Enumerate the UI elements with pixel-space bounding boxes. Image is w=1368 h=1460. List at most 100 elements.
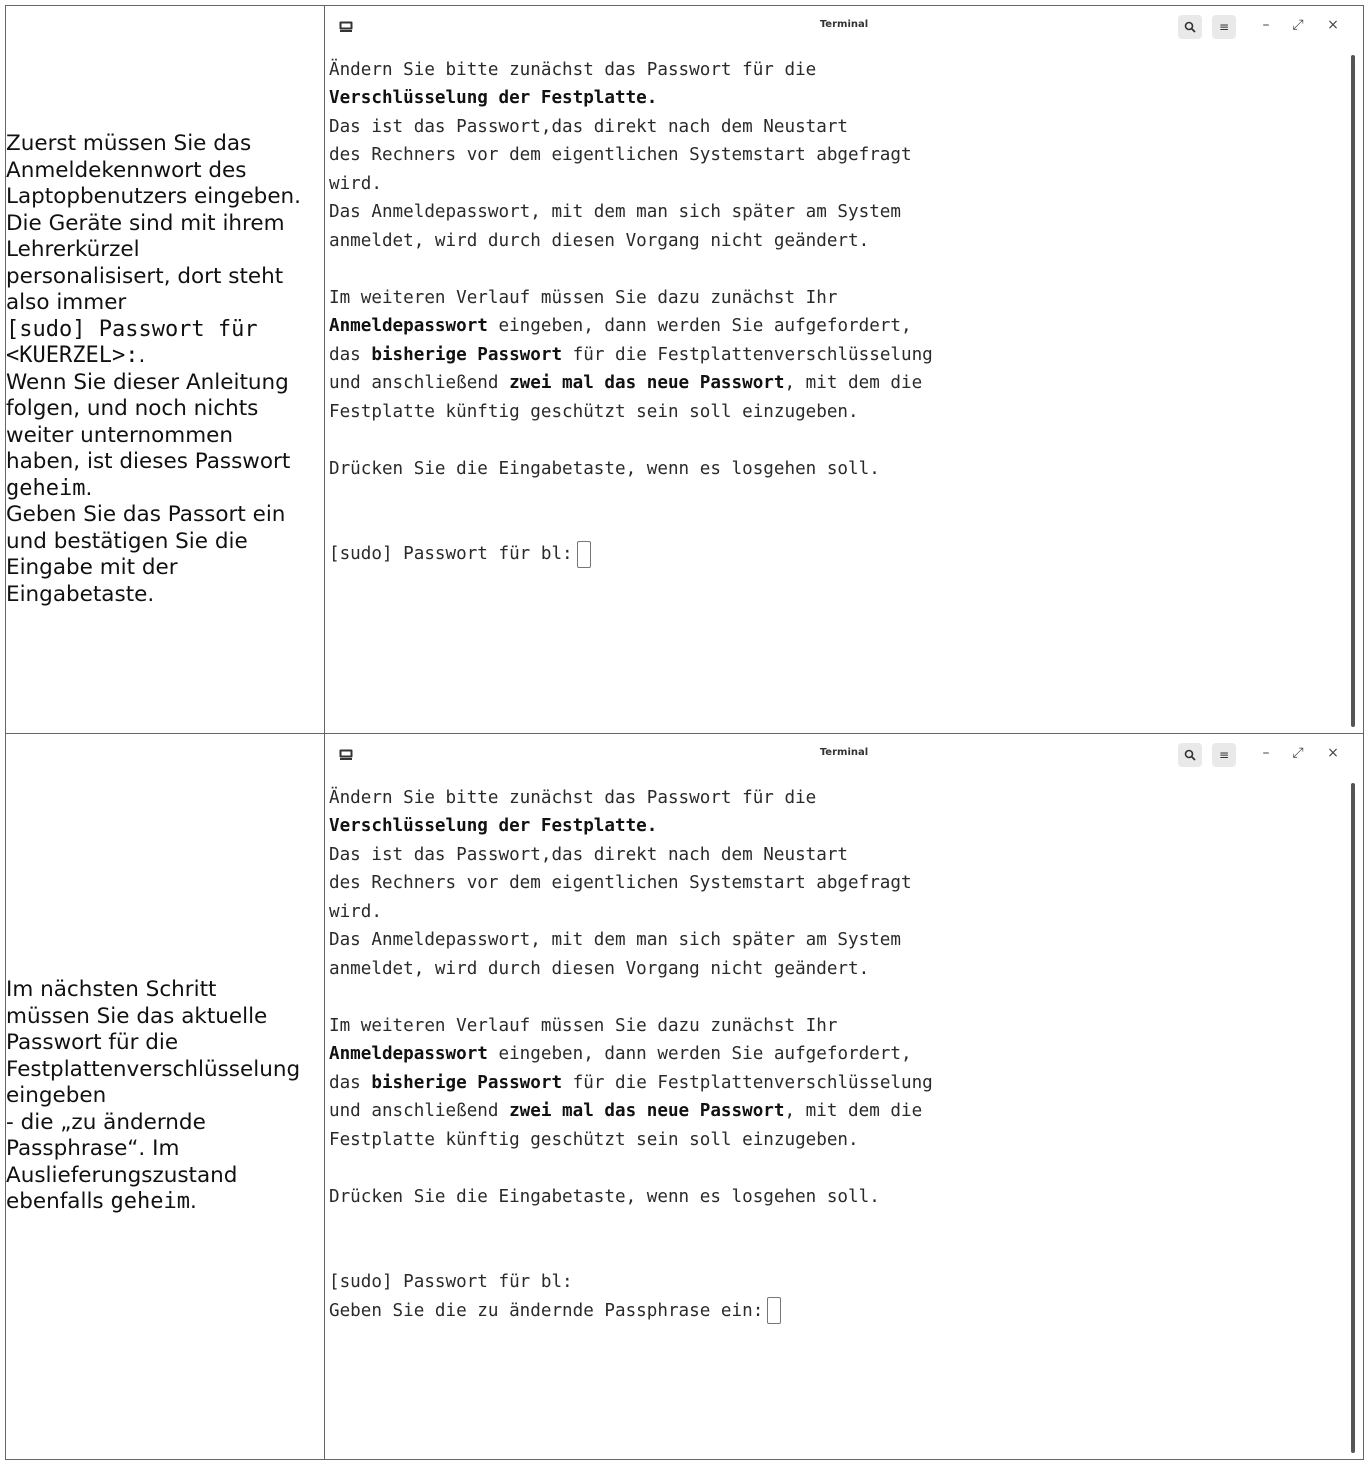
terminal-line: Drücken Sie die Eingabetaste, wenn es lo… — [329, 1186, 880, 1207]
instruction-line: Festplattenverschlüsselung — [6, 1056, 301, 1082]
terminal-line-bold: Verschlüsselung der Festplatte — [329, 88, 647, 108]
code-snippet: <KUERZEL>: — [6, 343, 139, 368]
instruction-line: - die „zu ändernde — [6, 1109, 206, 1135]
instruction-line: personalisisert, dort steht — [6, 263, 284, 289]
instruction-line: Laptopbenutzers eingeben. — [6, 184, 302, 209]
terminal-line: Im weiteren Verlauf müssen Sie dazu zunä… — [329, 1015, 838, 1036]
maximize-icon[interactable]: ⤢ — [1290, 745, 1306, 761]
table-row: Im nächsten Schritt müssen Sie das aktue… — [5, 733, 1364, 1460]
terminal-window: Terminal ≡ – ⤢ × Ändern Sie bitte zunäch… — [325, 6, 1363, 733]
instruction-line: ebenfalls — [6, 1189, 111, 1215]
search-icon — [1184, 749, 1196, 761]
terminal-title: Terminal — [819, 18, 869, 30]
terminal-line: Das Anmeldepasswort, mit dem man sich sp… — [329, 930, 901, 950]
terminal-line: Ändern Sie bitte zunächst das Passwort f… — [329, 59, 817, 80]
instruction-line: Auslieferungszustand — [6, 1162, 238, 1188]
terminal-line: , mit dem die — [784, 1101, 923, 1121]
terminal-output: Ändern Sie bitte zunächst das Passwort f… — [329, 784, 1343, 1326]
screenshot-cell: Terminal ≡ – ⤢ × Ändern Sie bitte zunäch… — [324, 5, 1364, 734]
terminal-line: Drücken Sie die Eingabetaste, wenn es lo… — [329, 458, 880, 479]
code-snippet: geheim — [110, 1189, 190, 1215]
terminal-line: eingeben, dann werden Sie aufgefordert, — [487, 1044, 912, 1064]
instruction-line: also immer — [6, 290, 127, 315]
terminal-line: Das ist das Passwort,das direkt nach dem… — [329, 116, 849, 137]
terminal-punct: . — [646, 88, 658, 108]
instruction-line: Eingabetaste. — [6, 581, 155, 607]
instruction-line: Passwort für die — [6, 1030, 179, 1056]
instruction-line: Zuerst müssen Sie das — [6, 131, 252, 156]
terminal-line: für die Festplattenverschlüsselung — [562, 344, 933, 365]
terminal-line: , mit dem die — [784, 373, 923, 393]
terminal-line-bold: zwei mal das neue Passwort — [509, 373, 785, 393]
terminal-line: und anschließend — [329, 1101, 510, 1121]
terminal-line: Ändern Sie bitte zunächst das Passwort f… — [329, 787, 817, 808]
terminal-output: Ändern Sie bitte zunächst das Passwort f… — [329, 56, 1343, 569]
scrollbar[interactable] — [1351, 782, 1355, 1453]
close-icon[interactable]: × — [1325, 17, 1341, 33]
instruction-cell: Zuerst müssen Sie das Anmeldekennwort de… — [5, 5, 325, 734]
terminal-titlebar: Terminal ≡ – ⤢ × — [325, 734, 1363, 775]
terminal-line: das — [329, 344, 372, 365]
instruction-line: Wenn Sie dieser Anleitung — [6, 369, 289, 395]
table-row: Zuerst müssen Sie das Anmeldekennwort de… — [5, 5, 1364, 734]
terminal-line: Das ist das Passwort,das direkt nach dem… — [329, 844, 849, 865]
terminal-line-bold: Anmeldepasswort — [329, 1044, 488, 1064]
instruction-line: folgen, und noch nichts — [6, 396, 259, 421]
terminal-line: Im weiteren Verlauf müssen Sie dazu zunä… — [329, 287, 838, 308]
terminal-line: anmeldet, wird durch diesen Vorgang nich… — [329, 958, 870, 979]
terminal-line: des Rechners vor dem eigentlichen System… — [329, 145, 912, 165]
scrollbar[interactable] — [1351, 54, 1355, 727]
minimize-icon[interactable]: – — [1258, 17, 1274, 33]
terminal-line: das — [329, 1072, 372, 1093]
screenshot-cell: Terminal ≡ – ⤢ × Ändern Sie bitte zunäch… — [324, 733, 1364, 1460]
instruction-punct: . — [138, 343, 146, 368]
maximize-icon[interactable]: ⤢ — [1290, 17, 1306, 33]
terminal-line: wird. — [329, 173, 382, 194]
minimize-icon[interactable]: – — [1258, 745, 1274, 761]
instruction-line: Geben Sie das Passort ein — [6, 502, 286, 527]
terminal-cursor[interactable] — [576, 540, 591, 568]
instruction-line: müssen Sie das aktuelle — [6, 1003, 268, 1029]
terminal-line-bold: bisherige Passwort — [371, 344, 563, 365]
instruction-line: haben, ist dieses Passwort — [6, 449, 291, 474]
terminal-line: anmeldet, wird durch diesen Vorgang nich… — [329, 230, 870, 251]
terminal-line-bold: Anmeldepasswort — [329, 316, 488, 336]
search-icon — [1184, 21, 1196, 33]
instruction-line: Eingabe mit der — [6, 555, 178, 580]
terminal-cursor[interactable] — [767, 1297, 782, 1324]
code-snippet: [sudo] Passwort für — [6, 316, 258, 342]
terminal-line: Das Anmeldepasswort, mit dem man sich sp… — [329, 202, 901, 222]
instruction-line: Anmeldekennwort des — [6, 157, 247, 183]
terminal-line: und anschließend — [329, 373, 510, 393]
search-button[interactable] — [1178, 742, 1202, 767]
terminal-line: Festplatte künftig geschützt sein soll e… — [329, 1129, 859, 1150]
terminal-punct: . — [646, 816, 658, 836]
instruction-line: Die Geräte sind mit ihrem — [6, 210, 285, 236]
terminal-line-bold: bisherige Passwort — [371, 1072, 563, 1093]
instruction-punct: . — [189, 1189, 197, 1215]
instruction-line: eingeben — [6, 1083, 107, 1109]
hamburger-menu-icon: ≡ — [1218, 19, 1230, 34]
instruction-line: weiter unternommen — [6, 422, 234, 448]
instruction-line: Lehrerkürzel — [6, 237, 140, 262]
instruction-table: Zuerst müssen Sie das Anmeldekennwort de… — [5, 5, 1364, 1460]
terminal-line-bold: Verschlüsselung der Festplatte — [329, 816, 647, 836]
terminal-line: des Rechners vor dem eigentlichen System… — [329, 873, 912, 893]
terminal-prompt: Geben Sie die zu ändernde Passphrase ein… — [329, 1300, 764, 1321]
hamburger-menu-icon: ≡ — [1218, 747, 1230, 762]
instruction-cell: Im nächsten Schritt müssen Sie das aktue… — [5, 733, 325, 1460]
terminal-line: eingeben, dann werden Sie aufgefordert, — [487, 316, 912, 336]
instruction-line: Im nächsten Schritt — [6, 977, 217, 1003]
terminal-line: wird. — [329, 901, 382, 922]
terminal-line: Festplatte künftig geschützt sein soll e… — [329, 401, 859, 422]
terminal-titlebar: Terminal ≡ – ⤢ × — [325, 6, 1363, 47]
instruction-line: Passphrase“. Im — [6, 1136, 180, 1162]
search-button[interactable] — [1178, 14, 1202, 39]
terminal-line-bold: zwei mal das neue Passwort — [509, 1101, 785, 1121]
menu-button[interactable]: ≡ — [1212, 742, 1236, 767]
menu-button[interactable]: ≡ — [1212, 14, 1236, 39]
terminal-line: für die Festplattenverschlüsselung — [562, 1072, 933, 1093]
close-icon[interactable]: × — [1325, 745, 1341, 761]
instruction-line: und bestätigen Sie die — [6, 528, 248, 554]
terminal-prompt: [sudo] Passwort für bl: — [329, 1272, 573, 1292]
